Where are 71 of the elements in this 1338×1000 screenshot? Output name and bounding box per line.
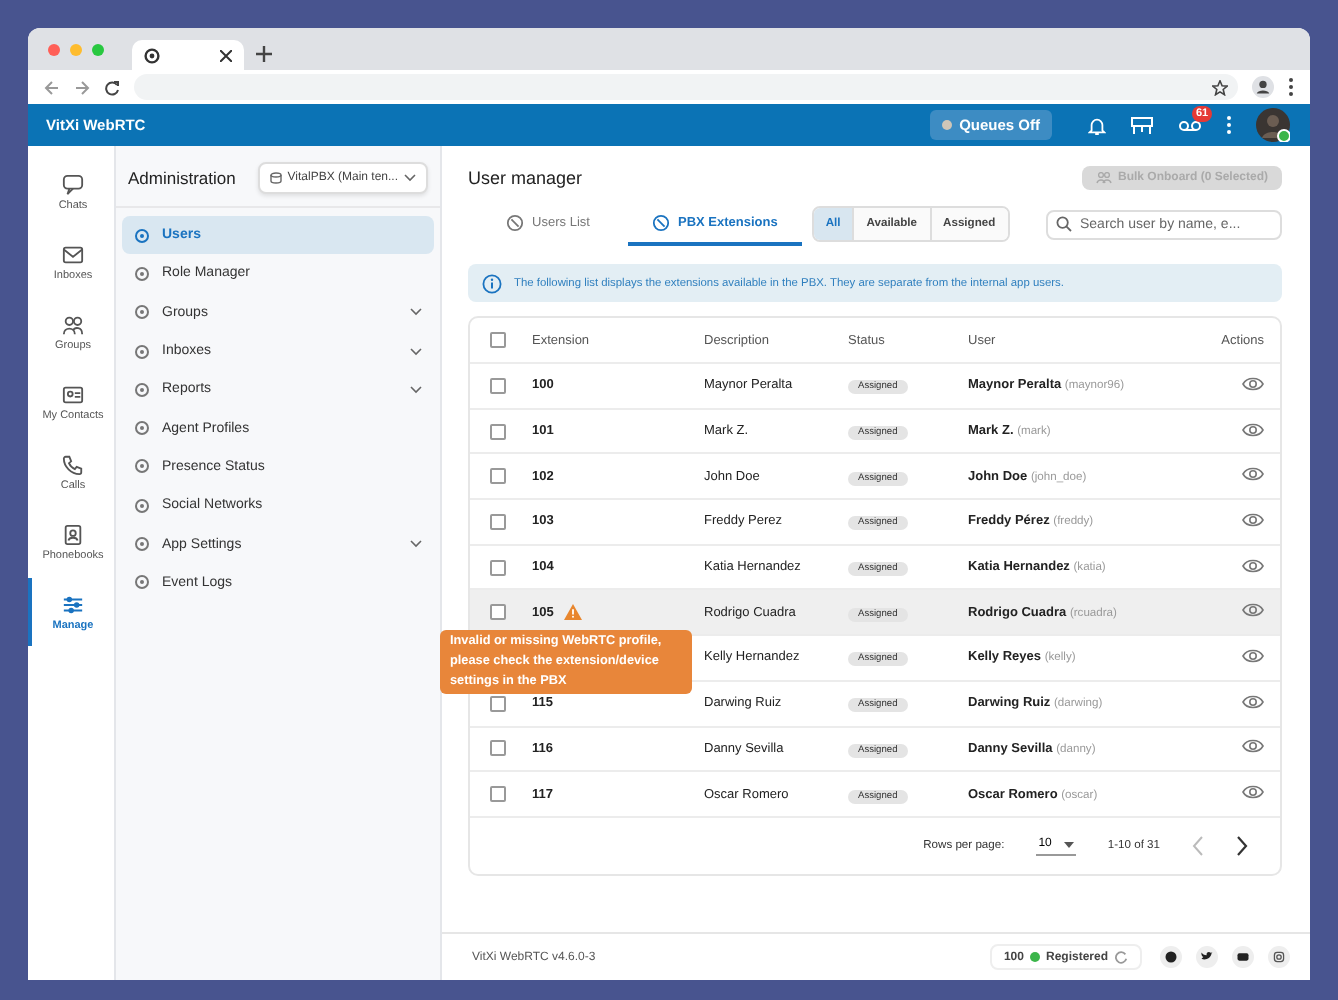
back-icon[interactable]: [44, 79, 60, 95]
forward-icon[interactable]: [74, 79, 90, 95]
phone-icon: [62, 453, 84, 475]
checkbox[interactable]: [490, 332, 506, 348]
eye-icon[interactable]: [1242, 421, 1264, 438]
star-icon[interactable]: [1212, 79, 1228, 95]
target-icon: [134, 497, 150, 514]
bird-icon[interactable]: [1196, 946, 1218, 968]
eye-icon[interactable]: [1242, 375, 1264, 392]
chat-bubble-icon: [62, 173, 84, 195]
people-icon: [1095, 172, 1112, 184]
info-icon: [482, 273, 502, 293]
eye-icon[interactable]: [1242, 466, 1264, 483]
refresh-icon[interactable]: [1114, 950, 1128, 964]
warning-icon[interactable]: [563, 604, 582, 621]
more-icon[interactable]: [1288, 78, 1294, 96]
status-dot: [1029, 952, 1040, 962]
database-icon: [269, 172, 282, 184]
page-title: User manager: [468, 168, 583, 188]
bell-icon[interactable]: [1088, 115, 1106, 135]
address-book-icon: [62, 523, 84, 545]
eye-icon[interactable]: [1242, 557, 1264, 574]
chevron-down-icon: [404, 174, 416, 182]
avatar[interactable]: [1256, 108, 1290, 142]
checkbox[interactable]: [490, 604, 506, 621]
checkbox[interactable]: [490, 513, 506, 530]
target-icon: [134, 304, 150, 321]
target-icon: [134, 420, 150, 437]
chevron-down-icon: [410, 540, 422, 549]
target-icon: [134, 536, 150, 553]
eye-icon[interactable]: [1242, 693, 1264, 710]
target-icon: [134, 458, 150, 475]
eye-icon[interactable]: [1242, 784, 1264, 801]
close-icon[interactable]: [220, 49, 232, 61]
checkbox[interactable]: [490, 377, 506, 394]
target-icon: [134, 343, 150, 360]
checkbox[interactable]: [490, 559, 506, 576]
contact-card-icon: [62, 383, 84, 405]
people-icon: [62, 313, 84, 335]
voicemail-icon[interactable]: [1178, 117, 1202, 133]
chevron-down-icon: [410, 308, 422, 317]
profile-icon[interactable]: [1252, 76, 1274, 98]
target-icon: [134, 227, 150, 244]
camera-icon[interactable]: [1268, 946, 1290, 968]
sliders-icon: [62, 593, 84, 615]
envelope-icon: [62, 243, 84, 265]
target-icon: [134, 381, 150, 398]
eye-icon[interactable]: [1242, 647, 1264, 664]
eye-icon[interactable]: [1242, 511, 1264, 528]
search-icon: [1056, 216, 1072, 232]
target-icon: [134, 574, 150, 591]
circle-slash-icon: [506, 213, 525, 231]
caret-down-icon: [1063, 841, 1074, 848]
reload-icon[interactable]: [104, 79, 120, 95]
checkbox[interactable]: [490, 786, 506, 803]
checkbox[interactable]: [490, 695, 506, 712]
plus-icon[interactable]: [256, 45, 272, 61]
next-page-icon[interactable]: [1236, 835, 1248, 856]
more-icon[interactable]: [1226, 116, 1232, 134]
circle-slash-icon: [652, 213, 670, 231]
eye-icon[interactable]: [1242, 738, 1264, 755]
target-icon: [134, 265, 150, 282]
checkbox[interactable]: [490, 423, 506, 440]
checkbox[interactable]: [490, 468, 506, 485]
chevron-down-icon: [410, 347, 422, 356]
checkbox[interactable]: [490, 740, 506, 757]
section-title: Administration: [128, 168, 236, 188]
eye-icon[interactable]: [1242, 602, 1264, 619]
chevron-down-icon: [410, 385, 422, 394]
switchboard-icon[interactable]: [1130, 115, 1154, 135]
browser-tab[interactable]: [132, 40, 244, 70]
